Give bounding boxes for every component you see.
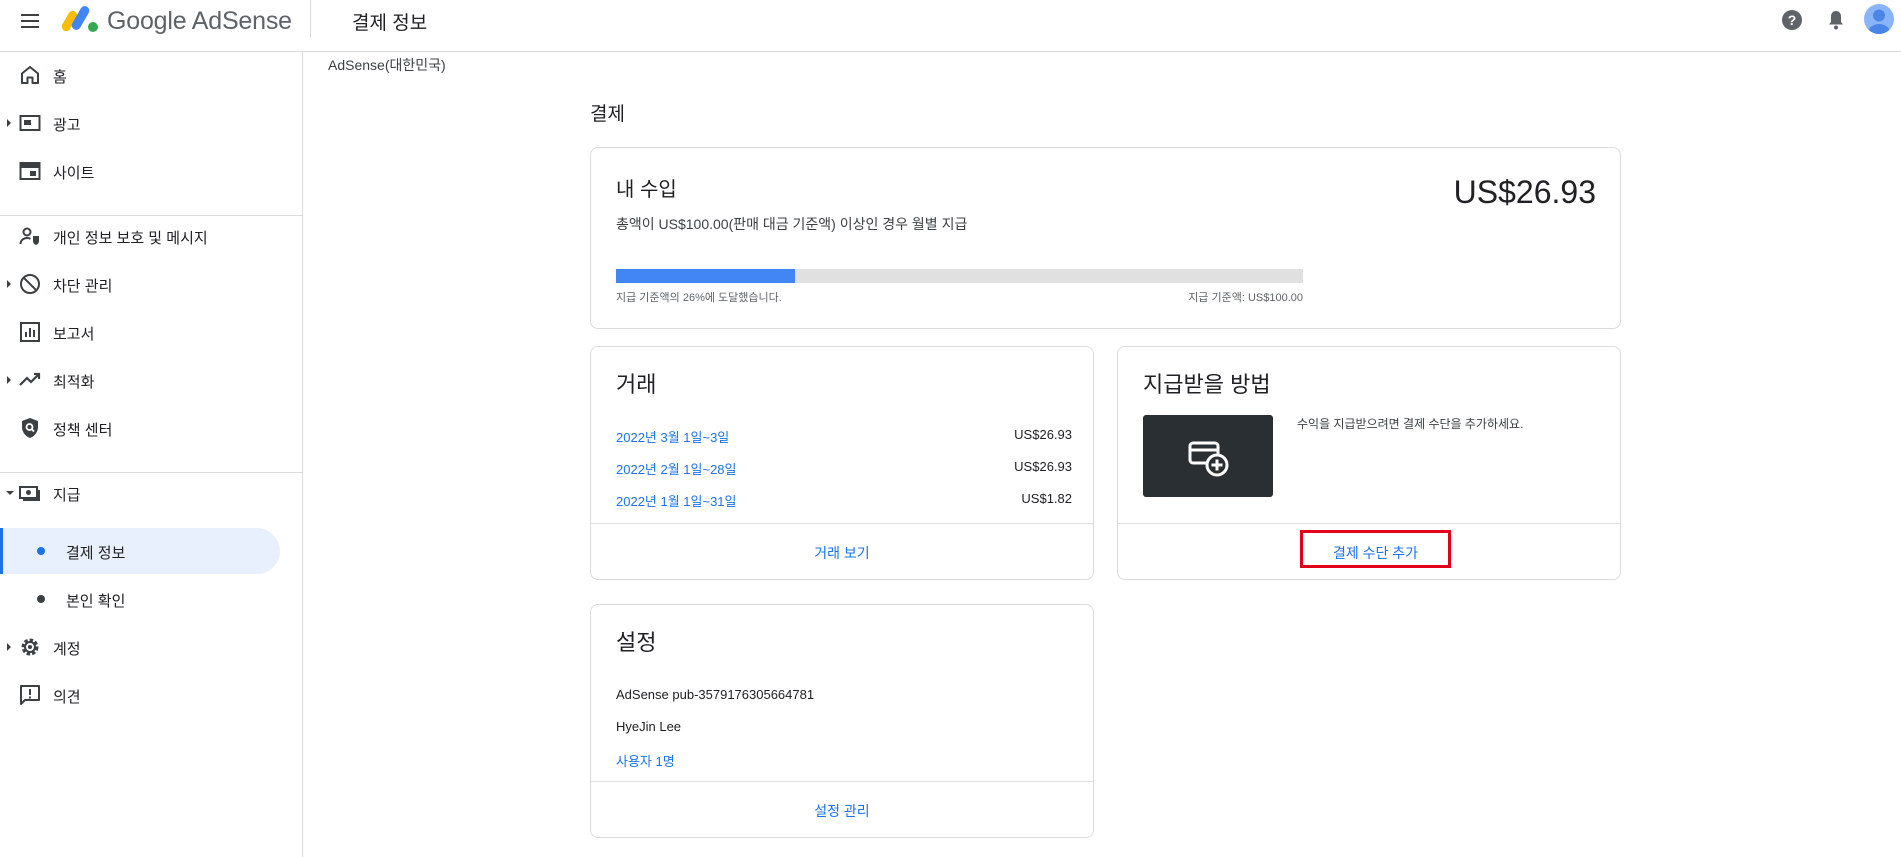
earnings-amount: US$26.93 — [1453, 174, 1596, 210]
account-avatar-icon — [1867, 9, 1891, 34]
privacy-icon — [19, 227, 39, 245]
sidebar-subitem-label: 본인 확인 — [66, 593, 126, 610]
sidebar-item-privacy-messages[interactable]: 개인 정보 보호 및 메시지 — [0, 215, 303, 257]
transaction-period-link[interactable]: 2022년 1월 1일~31일 — [616, 491, 737, 510]
earnings-card: 내 수입 US$26.93 총액이 US$100.00(판매 대금 기준액) 이… — [590, 147, 1621, 329]
sidebar-item-home[interactable]: 홈 — [0, 54, 303, 96]
progress-fill — [616, 269, 795, 283]
sidebar-item-label: 차단 관리 — [53, 278, 113, 295]
sidebar-item-sites[interactable]: 사이트 — [0, 150, 303, 192]
manage-settings-link[interactable]: 설정 관리 — [591, 801, 1093, 821]
transaction-row: 2022년 1월 1일~31일 US$1.82 — [616, 491, 1072, 511]
ads-icon — [19, 115, 41, 131]
sidebar-item-feedback[interactable]: 의견 — [0, 674, 303, 716]
sidebar: 홈 광고 사이트 개인 정보 보호 및 메시지 차단 관리 보고서 최적화 정책… — [0, 52, 303, 857]
hamburger-menu-icon[interactable] — [18, 10, 42, 34]
transaction-amount: US$26.93 — [1014, 459, 1072, 474]
threshold-caption: 지급 기준액: US$100.00 — [1188, 292, 1303, 304]
settings-card-footer: 설정 관리 — [591, 781, 1093, 837]
sidebar-item-label: 계정 — [53, 641, 81, 658]
optimize-icon — [19, 372, 41, 386]
sidebar-item-account[interactable]: 계정 — [0, 626, 303, 668]
sidebar-item-label: 지급 — [53, 487, 81, 504]
transaction-period-link[interactable]: 2022년 2월 1일~28일 — [616, 459, 737, 478]
sidebar-item-label: 최적화 — [53, 374, 95, 391]
bullet-dot — [37, 547, 45, 555]
publisher-id: AdSense pub-3579176305664781 — [616, 687, 815, 702]
sidebar-item-blocking[interactable]: 차단 관리 — [0, 263, 303, 305]
adsense-logo-icon — [62, 6, 98, 32]
page-title: 결제 정보 — [352, 13, 428, 34]
sidebar-subitem-payment-info[interactable]: 결제 정보 — [0, 528, 280, 574]
sidebar-item-reports[interactable]: 보고서 — [0, 311, 303, 353]
sidebar-item-label: 의견 — [53, 689, 81, 706]
earnings-description: 총액이 US$100.00(판매 대금 기준액) 이상인 경우 월별 지급 — [616, 216, 968, 232]
report-icon — [20, 322, 40, 342]
transaction-row: 2022년 3월 1일~3일 US$26.93 — [616, 427, 1072, 447]
sidebar-item-optimization[interactable]: 최적화 — [0, 359, 303, 401]
earnings-title: 내 수입 — [616, 179, 677, 201]
sidebar-item-payments[interactable]: 지급 — [0, 472, 303, 514]
notification-bell-icon[interactable] — [1824, 8, 1848, 32]
settings-card: 설정 AdSense pub-3579176305664781 HyeJin L… — [590, 604, 1094, 838]
view-transactions-link[interactable]: 거래 보기 — [591, 543, 1093, 563]
sidebar-item-policy-center[interactable]: 정책 센터 — [0, 407, 303, 449]
transaction-period-link[interactable]: 2022년 3월 1일~3일 — [616, 427, 729, 446]
section-title: 결제 — [590, 104, 625, 125]
add-payment-method-button[interactable]: 결제 수단 추가 — [1300, 530, 1451, 568]
payments-icon — [19, 486, 40, 501]
home-icon — [21, 66, 39, 84]
payment-method-card: 지급받을 방법 수익을 지급받으려면 결제 수단을 추가하세요. 결제 수단 추… — [1117, 346, 1621, 580]
sidebar-item-label: 개인 정보 보호 및 메시지 — [53, 230, 208, 247]
transaction-row: 2022년 2월 1일~28일 US$26.93 — [616, 459, 1072, 479]
help-icon[interactable]: ? — [1780, 8, 1804, 32]
sidebar-item-label: 보고서 — [53, 326, 95, 343]
expand-caret-icon — [7, 643, 11, 651]
block-icon — [20, 274, 40, 294]
svg-text:?: ? — [1788, 12, 1797, 28]
payment-method-description: 수익을 지급받으려면 결제 수단을 추가하세요. — [1297, 417, 1524, 431]
sidebar-subitem-identity-verification[interactable]: 본인 확인 — [0, 576, 280, 622]
payment-threshold-progress-bar — [616, 269, 1303, 283]
payment-method-title: 지급받을 방법 — [1143, 372, 1271, 397]
brand-name: Google AdSense — [107, 7, 292, 35]
sidebar-subitem-label: 결제 정보 — [66, 545, 126, 562]
sidebar-item-label: 사이트 — [53, 165, 95, 182]
transaction-amount: US$1.82 — [1021, 491, 1072, 506]
policy-shield-icon — [22, 418, 38, 438]
expand-caret-icon — [7, 119, 11, 127]
sidebar-item-label: 홈 — [53, 69, 67, 86]
expand-caret-icon — [7, 280, 11, 288]
sidebar-item-label: 광고 — [53, 117, 81, 134]
account-holder-name: HyeJin Lee — [616, 719, 682, 734]
progress-caption: 지급 기준액의 26%에 도달했습니다. — [616, 292, 782, 304]
gear-icon — [21, 638, 39, 656]
transaction-amount: US$26.93 — [1014, 427, 1072, 442]
sites-icon — [19, 162, 41, 180]
avatar[interactable] — [1864, 4, 1894, 34]
collapse-caret-icon — [6, 491, 14, 495]
transactions-card: 거래 2022년 3월 1일~3일 US$26.93 2022년 2월 1일~2… — [590, 346, 1094, 580]
settings-title: 설정 — [616, 630, 657, 655]
bullet-dot — [37, 595, 45, 603]
sidebar-item-ads[interactable]: 광고 — [0, 102, 303, 144]
transactions-card-footer: 거래 보기 — [591, 523, 1093, 579]
add-card-icon — [1188, 441, 1229, 477]
transactions-title: 거래 — [616, 372, 657, 397]
top-divider — [310, 0, 311, 38]
users-link[interactable]: 사용자 1명 — [616, 751, 675, 770]
feedback-icon — [20, 685, 40, 705]
payment-method-tile — [1143, 415, 1273, 497]
expand-caret-icon — [7, 376, 11, 384]
account-label: AdSense(대한민국) — [328, 57, 446, 73]
sidebar-item-label: 정책 센터 — [53, 422, 113, 439]
top-bar: Google AdSense 결제 정보 ? — [0, 0, 1901, 52]
